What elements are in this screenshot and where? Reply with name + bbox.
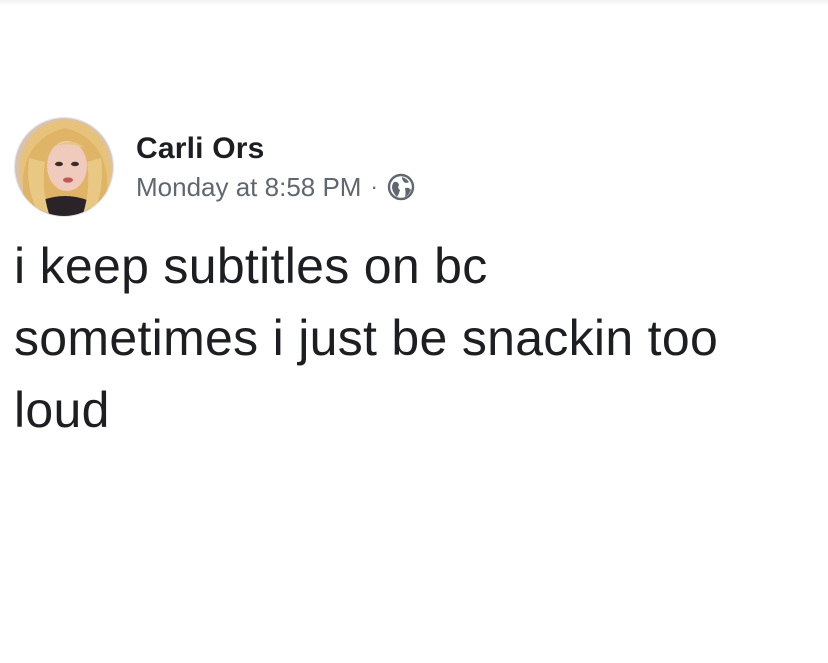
post-timestamp[interactable]: Monday at 8:58 PM — [136, 171, 361, 203]
facebook-post: Carli Ors Monday at 8:58 PM · i keep sub… — [0, 0, 828, 663]
author-avatar[interactable] — [14, 117, 114, 217]
post-text-line: sometimes i just be snackin too — [14, 310, 719, 366]
post-text-line: loud — [14, 382, 110, 438]
post-meta: Carli Ors Monday at 8:58 PM · — [136, 131, 415, 203]
separator-dot: · — [370, 174, 378, 199]
timestamp-row: Monday at 8:58 PM · — [136, 171, 415, 203]
globe-icon[interactable] — [387, 173, 415, 201]
avatar-image — [15, 118, 113, 216]
post-text-line: i keep subtitles on bc — [14, 238, 488, 294]
post-body-text: i keep subtitles on bc sometimes i just … — [14, 230, 814, 446]
author-name[interactable]: Carli Ors — [136, 131, 415, 167]
post-header: Carli Ors Monday at 8:58 PM · — [14, 116, 415, 218]
